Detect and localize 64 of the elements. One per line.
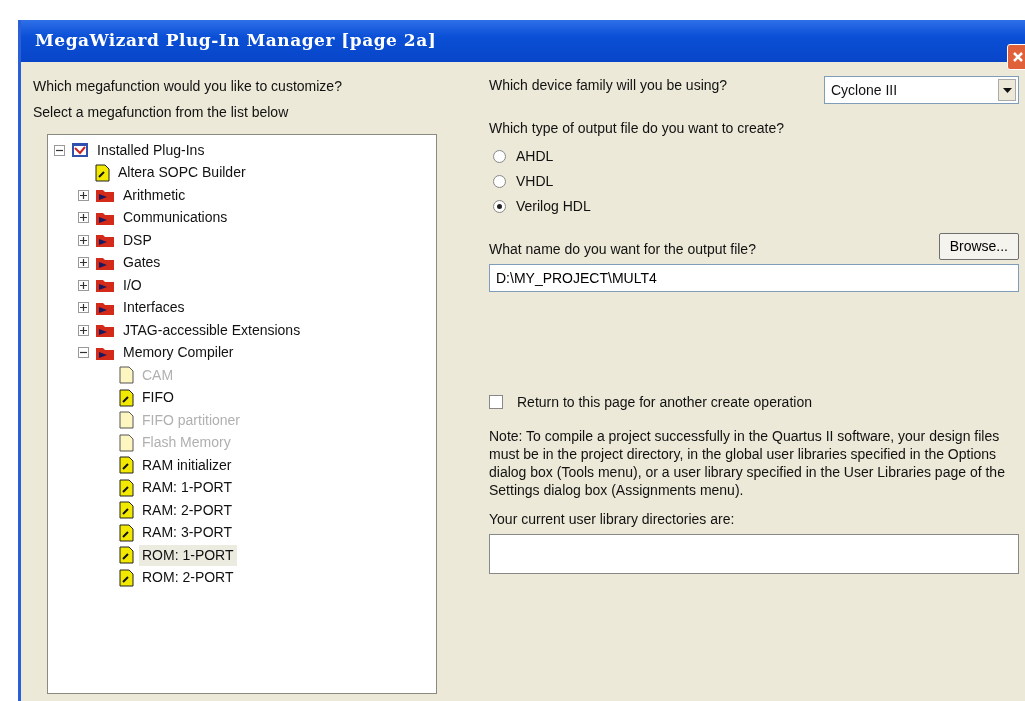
browse-button[interactable]: Browse... — [938, 233, 1019, 260]
question-text: Which device family will you be using? — [489, 76, 729, 94]
document-icon — [119, 411, 134, 430]
tree-item[interactable]: Memory Compiler — [120, 342, 237, 364]
question-text: What name do you want for the output file? — [489, 240, 756, 259]
plugin-icon — [119, 478, 134, 497]
plugin-icon — [119, 501, 134, 520]
expand-icon[interactable] — [78, 302, 89, 314]
window-title: MegaWizard Plug-In Manager [page 2a] — [35, 29, 437, 53]
document-icon — [119, 366, 134, 385]
expand-icon[interactable] — [78, 234, 89, 246]
question-text: Which type of output file do you want to create? — [489, 119, 785, 138]
collapse-icon[interactable] — [78, 347, 89, 359]
plugin-icon — [119, 546, 134, 565]
folder-icon — [95, 187, 115, 204]
folder-icon — [95, 232, 115, 249]
library-label: Your current user library directories are: — [489, 509, 736, 529]
instruction-text: Select a megafunction from the list below — [33, 103, 290, 122]
radio-label[interactable]: AHDL — [516, 146, 554, 167]
tree-item[interactable]: ROM: 1-PORT — [139, 544, 237, 566]
tree-item[interactable]: RAM initializer — [139, 454, 235, 476]
tree-item[interactable]: Installed Plug-Ins — [94, 139, 208, 161]
device-family-dropdown[interactable]: Cyclone III — [824, 76, 1019, 104]
plugin-icon — [119, 388, 134, 407]
folder-icon — [95, 277, 115, 294]
tree-item[interactable]: RAM: 2-PORT — [139, 499, 235, 521]
tree-item[interactable]: Arithmetic — [120, 184, 189, 206]
close-icon — [1012, 51, 1024, 63]
plugins-icon — [71, 142, 89, 159]
radio-button[interactable] — [493, 150, 506, 163]
tree-item[interactable]: Altera SOPC Builder — [115, 162, 249, 184]
question-text: Which megafunction would you like to customize? — [33, 77, 343, 96]
expand-icon[interactable] — [78, 212, 89, 224]
plugin-icon — [119, 456, 134, 475]
radio-label[interactable]: VHDL — [516, 171, 554, 192]
plugin-icon — [119, 568, 134, 587]
tree-item[interactable]: I/O — [120, 274, 145, 296]
tree-item[interactable]: Interfaces — [120, 297, 188, 319]
collapse-icon[interactable] — [54, 144, 65, 156]
expand-icon[interactable] — [78, 279, 89, 291]
plugin-icon — [119, 523, 134, 542]
tree-item[interactable]: JTAG-accessible Extensions — [120, 319, 304, 341]
tree-item[interactable]: Gates — [120, 252, 164, 274]
radio-button[interactable] — [493, 200, 506, 213]
tree-item[interactable]: Communications — [120, 207, 231, 229]
output-file-field[interactable]: D:\MY_PROJECT\MULT4 — [489, 263, 1019, 292]
dropdown-arrow-icon — [1002, 87, 1012, 93]
radio-button[interactable] — [493, 175, 506, 188]
tree-item[interactable]: FIFO — [139, 387, 177, 409]
expand-icon[interactable] — [78, 257, 89, 269]
tree-item[interactable]: RAM: 1-PORT — [139, 477, 235, 499]
document-icon — [119, 433, 134, 452]
tree-item[interactable]: ROM: 2-PORT — [139, 567, 237, 589]
expand-icon[interactable] — [78, 189, 89, 201]
folder-icon — [95, 322, 115, 339]
checkbox[interactable] — [489, 395, 503, 409]
tree-item[interactable]: DSP — [120, 229, 155, 251]
checkbox-label[interactable]: Return to this page for another create operation — [517, 391, 812, 413]
expand-icon[interactable] — [78, 324, 89, 336]
tree-item[interactable]: RAM: 3-PORT — [139, 522, 235, 544]
radio-label[interactable]: Verilog HDL — [516, 196, 591, 217]
close-button[interactable] — [1007, 44, 1025, 70]
note-text: Note: To compile a project successfully in the Quartus II software, your design files must be in the project directory, in the global user libraries specified in the Options dialog box (Tools menu), or a user library specified in the User Libraries page of the Settings dialog box (Assignments menu). — [489, 426, 1006, 499]
plugin-icon — [95, 163, 110, 182]
